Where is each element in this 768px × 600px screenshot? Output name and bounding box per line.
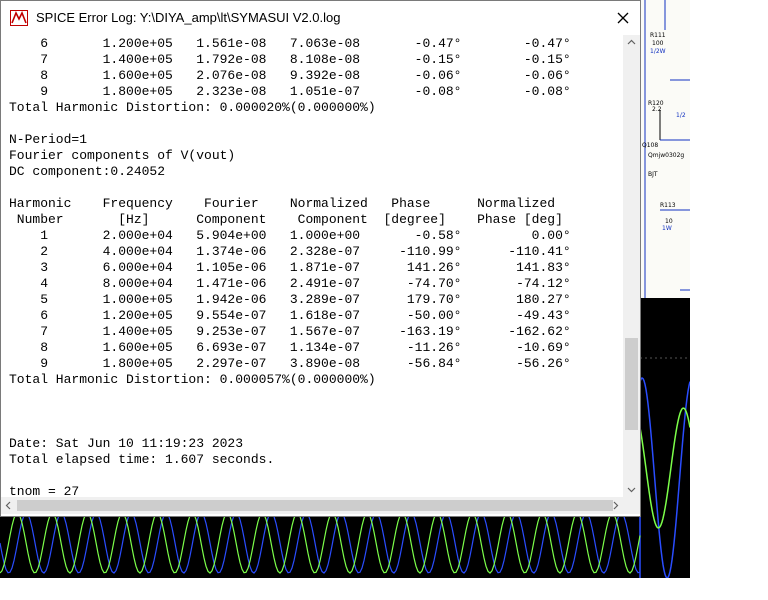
log-line: Harmonic Frequency Fourier Normalized Ph…	[9, 196, 556, 211]
green-trace	[639, 407, 690, 529]
chevron-left-icon	[5, 501, 11, 510]
horizontal-scroll-thumb[interactable]	[17, 500, 613, 511]
scroll-down-button[interactable]	[623, 483, 640, 497]
chevron-right-icon	[613, 501, 619, 510]
schematic-label: 2.2	[652, 106, 662, 113]
log-line: 7 1.400e+05 9.253e-07 1.567e-07 -163.19°…	[9, 324, 571, 339]
log-line: 1 2.000e+04 5.904e+00 1.000e+00 -0.58° 0…	[9, 228, 571, 243]
log-text-area[interactable]: 6 1.200e+05 1.561e-08 7.063e-08 -0.47° -…	[1, 35, 623, 497]
log-line: 9 1.800e+05 2.323e-08 1.051e-07 -0.08° -…	[9, 84, 571, 99]
schematic-label: BJT	[648, 171, 658, 178]
schematic-fragment: R111 100 1/2W R120 2.2 1/2 Q108 Qmjw0302…	[640, 0, 690, 300]
log-line: Total Harmonic Distortion: 0.000057%(0.0…	[9, 372, 376, 387]
log-line: Fourier components of V(vout)	[9, 148, 236, 163]
horizontal-scrollbar[interactable]	[1, 497, 623, 514]
log-line: Total elapsed time: 1.607 seconds.	[9, 452, 275, 467]
log-line: 5 1.000e+05 1.942e-06 3.289e-07 179.70° …	[9, 292, 571, 307]
schematic-label: 10	[665, 218, 673, 225]
schematic-wires	[644, 0, 690, 300]
ltspice-app-icon	[10, 10, 28, 26]
schematic-label: 100	[652, 40, 664, 47]
log-line: 9 1.800e+05 2.297e-07 3.890e-08 -56.84° …	[9, 356, 571, 371]
log-line: Date: Sat Jun 10 11:19:23 2023	[9, 436, 244, 451]
log-line: Number [Hz] Component Component [degree]…	[9, 212, 563, 227]
log-line: 7 1.400e+05 1.792e-08 8.108e-08 -0.15° -…	[9, 52, 571, 67]
schematic-label: R111	[650, 32, 666, 39]
scroll-left-button[interactable]	[1, 497, 15, 514]
log-line: 6 1.200e+05 1.561e-08 7.063e-08 -0.47° -…	[9, 36, 571, 51]
scroll-right-button[interactable]	[609, 497, 623, 514]
scrollbar-corner	[623, 497, 640, 514]
title-bar[interactable]: SPICE Error Log: Y:\DIYA_amp\lt\SYMASUI …	[1, 1, 640, 35]
schematic-label: 1/2	[676, 112, 686, 119]
log-line: DC component:0.24052	[9, 164, 166, 179]
window-title: SPICE Error Log: Y:\DIYA_amp\lt\SYMASUI …	[36, 10, 341, 25]
schematic-label: Q108	[642, 142, 659, 149]
log-line: 8 1.600e+05 2.076e-08 9.392e-08 -0.06° -…	[9, 68, 571, 83]
log-line: 2 4.000e+04 1.374e-06 2.328e-07 -110.99°…	[9, 244, 571, 259]
chevron-down-icon	[627, 487, 636, 493]
vertical-scroll-thumb[interactable]	[625, 338, 638, 430]
log-line: N-Period=1	[9, 132, 88, 147]
schematic-label: R113	[660, 202, 676, 209]
log-line: 8 1.600e+05 6.693e-07 1.134e-07 -11.26° …	[9, 340, 571, 355]
schematic-label: 1/2W	[650, 48, 666, 55]
schematic-label: 1W	[662, 225, 672, 232]
chevron-up-icon	[627, 39, 636, 45]
schematic-label: Qmjw0302g	[648, 152, 685, 159]
log-line: 4 8.000e+04 1.471e-06 2.491e-07 -74.70° …	[9, 276, 571, 291]
close-icon	[617, 12, 629, 24]
log-line: tnom = 27	[9, 484, 80, 497]
log-line: Total Harmonic Distortion: 0.000020%(0.0…	[9, 100, 376, 115]
log-line: 3 6.000e+04 1.105e-06 1.871e-07 141.26° …	[9, 260, 571, 275]
scroll-up-button[interactable]	[623, 35, 640, 49]
log-line: 6 1.200e+05 9.554e-07 1.618e-07 -50.00° …	[9, 308, 571, 323]
close-button[interactable]	[606, 1, 640, 35]
vertical-scrollbar[interactable]	[623, 35, 640, 497]
spice-error-log-window: SPICE Error Log: Y:\DIYA_amp\lt\SYMASUI …	[0, 0, 641, 517]
